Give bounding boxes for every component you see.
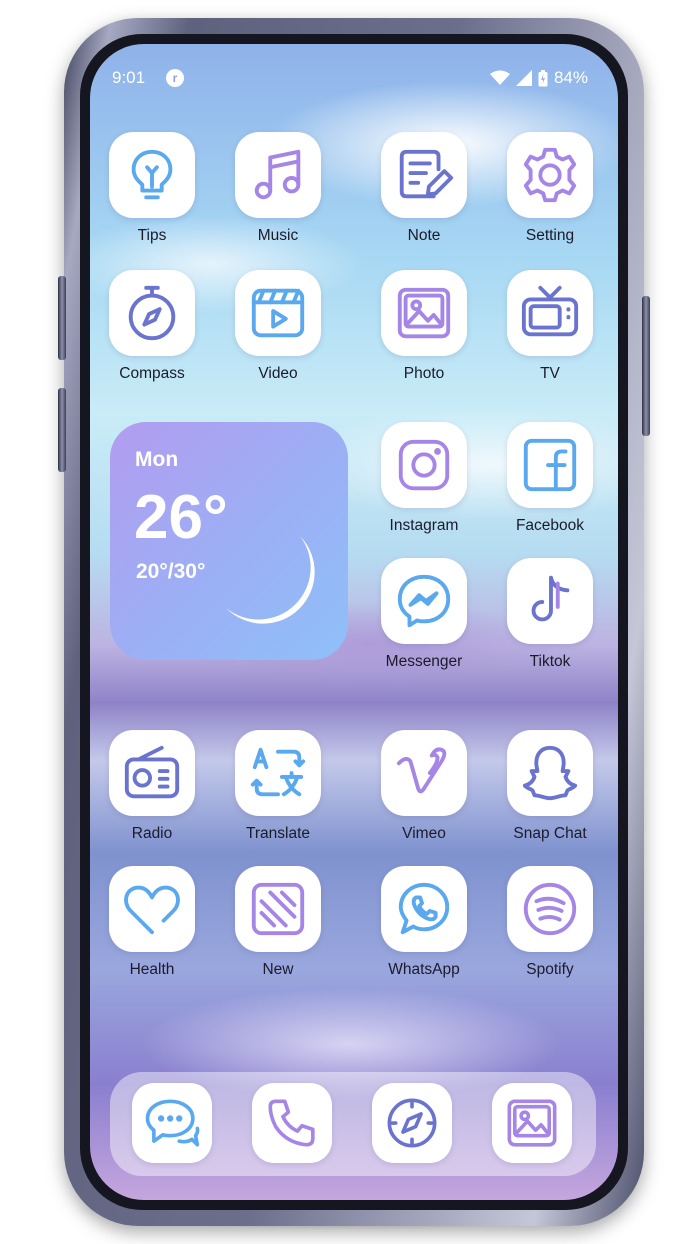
clapperboard-icon [251, 288, 305, 338]
dock-safari[interactable] [372, 1083, 452, 1163]
volume-down-button [58, 388, 66, 472]
app-radio[interactable]: Radio [92, 730, 212, 843]
instagram-icon [398, 439, 450, 491]
app-label: Health [129, 961, 175, 978]
tiktok-icon [531, 575, 570, 622]
messenger-icon [397, 574, 451, 628]
app-translate[interactable]: Translate [218, 730, 338, 843]
weather-day: Mon [135, 448, 179, 471]
app-photo[interactable]: Photo [364, 270, 484, 383]
app-label: WhatsApp [388, 961, 460, 978]
app-vimeo[interactable]: Vimeo [364, 730, 484, 843]
gallery-icon [507, 1099, 557, 1147]
app-label: Instagram [389, 517, 459, 534]
notification-icon: r [166, 69, 184, 87]
app-tiktok[interactable]: Tiktok [490, 558, 610, 671]
tv-icon [521, 285, 579, 337]
app-video[interactable]: Video [218, 270, 338, 383]
dock [110, 1072, 596, 1176]
app-label: Translate [245, 825, 311, 842]
dock-gallery[interactable] [492, 1083, 572, 1163]
app-label: Snap Chat [513, 825, 587, 842]
moon-icon [226, 536, 315, 624]
app-spotify[interactable]: Spotify [490, 866, 610, 979]
app-label: Spotify [526, 961, 574, 978]
messages-icon [145, 1099, 200, 1147]
weather-temperature: 26° [134, 483, 228, 552]
home-screen: 9:01 r 84% Tips Music Note Setting Compa… [90, 44, 618, 1200]
safari-icon [387, 1098, 437, 1148]
vimeo-icon [396, 747, 447, 794]
volume-up-button [58, 276, 66, 360]
app-tips[interactable]: Tips [92, 132, 212, 245]
dock-messages[interactable] [132, 1083, 212, 1163]
app-label: TV [540, 365, 560, 382]
weather-range: 20°/30° [136, 560, 206, 583]
note-icon [399, 149, 454, 199]
app-whatsapp[interactable]: WhatsApp [364, 866, 484, 979]
phone-icon [268, 1099, 315, 1147]
app-label: Note [407, 227, 441, 244]
wifi-icon [489, 70, 510, 85]
snapchat-ghost-icon [522, 745, 578, 801]
app-new[interactable]: New [218, 866, 338, 979]
dock-phone[interactable] [252, 1083, 332, 1163]
app-label: Facebook [515, 517, 585, 534]
image-icon [397, 287, 451, 339]
app-label: Radio [131, 825, 173, 842]
news-icon [251, 882, 305, 936]
app-instagram[interactable]: Instagram [364, 422, 484, 535]
status-bar: 9:01 r 84% [112, 68, 588, 92]
battery-percent: 84% [553, 68, 588, 87]
facebook-icon [523, 438, 577, 492]
compass-icon [128, 285, 176, 341]
app-note[interactable]: Note [364, 132, 484, 245]
signal-icon [515, 70, 532, 86]
app-label: Tips [137, 227, 167, 244]
app-label: Music [257, 227, 299, 244]
app-health[interactable]: Health [92, 866, 212, 979]
heart-icon [124, 885, 180, 935]
whatsapp-icon [398, 882, 450, 935]
radio-icon [124, 745, 180, 799]
translate-icon [250, 747, 306, 797]
app-label: Tiktok [529, 653, 571, 670]
app-label: Photo [403, 365, 445, 382]
status-time: 9:01 [112, 68, 146, 87]
app-setting[interactable]: Setting [490, 132, 610, 245]
lightbulb-icon [131, 149, 173, 200]
app-label: Compass [119, 365, 185, 382]
app-tv[interactable]: TV [490, 270, 610, 383]
app-label: New [262, 961, 294, 978]
app-music[interactable]: Music [218, 132, 338, 245]
app-label: Messenger [385, 653, 463, 670]
app-label: Setting [525, 227, 575, 244]
weather-widget[interactable]: Mon 26° 20°/30° [110, 422, 348, 660]
power-button [642, 296, 650, 436]
app-messenger[interactable]: Messenger [364, 558, 484, 671]
spotify-icon [523, 882, 577, 936]
app-label: Vimeo [402, 825, 446, 842]
app-label: Video [258, 365, 298, 382]
app-compass[interactable]: Compass [92, 270, 212, 383]
battery-icon [538, 69, 548, 86]
app-facebook[interactable]: Facebook [490, 422, 610, 535]
music-note-icon [254, 149, 301, 200]
gear-icon [523, 147, 577, 203]
app-snapchat[interactable]: Snap Chat [490, 730, 610, 843]
